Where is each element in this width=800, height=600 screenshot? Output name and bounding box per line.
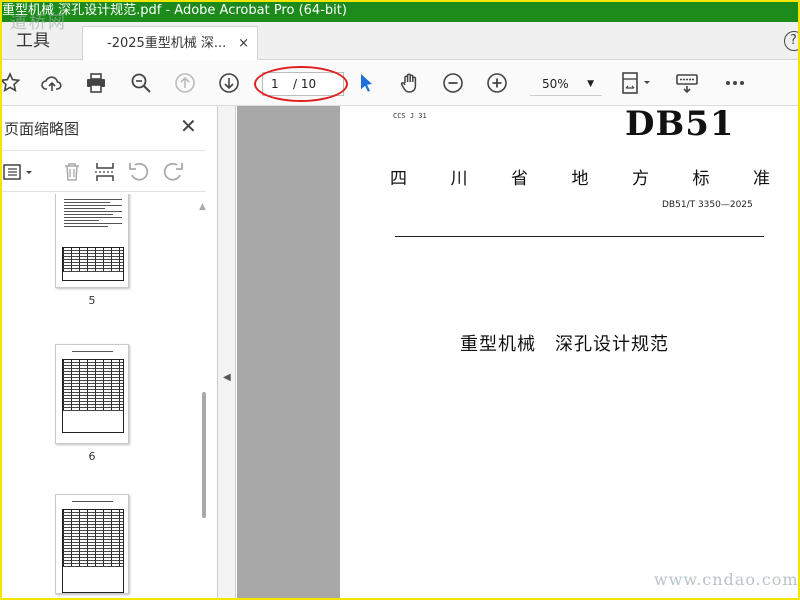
delete-icon[interactable] [60, 160, 84, 184]
standard-title-char: 四 [390, 169, 407, 189]
rotate-right-icon[interactable] [161, 160, 185, 184]
more-icon[interactable] [723, 71, 747, 95]
panel-splitter[interactable]: ◀ [218, 106, 236, 600]
main-toolbar: 1 / 10 50% ▼ [0, 60, 800, 106]
zoom-value: 50% [542, 77, 569, 91]
panel-title: 页面缩略图 [4, 120, 80, 138]
thumbnail-label: 6 [88, 450, 96, 463]
tab-document-label: -2025重型机械 深... [107, 36, 227, 51]
options-menu-icon[interactable] [2, 160, 36, 184]
page-down-icon[interactable] [217, 71, 241, 95]
watermark-top: 道桥网 [10, 13, 67, 33]
thumbnail-page[interactable] [55, 494, 129, 594]
highlight-oval [254, 66, 348, 102]
thumbnail-label: 5 [88, 294, 96, 307]
zoom-search-icon[interactable] [129, 71, 153, 95]
standard-title-char: 省 [511, 169, 528, 189]
zoom-in-icon[interactable] [485, 71, 509, 95]
tab-bar: 工具 -2025重型机械 深... × ? [0, 22, 800, 60]
extract-page-icon[interactable] [93, 160, 117, 184]
panel-toolbar [0, 150, 206, 192]
page-up-icon[interactable] [173, 71, 197, 95]
print-icon[interactable] [84, 71, 108, 95]
tab-document[interactable]: -2025重型机械 深... × [82, 26, 258, 60]
cloud-upload-icon[interactable] [40, 71, 64, 95]
fit-page-icon[interactable] [620, 71, 656, 95]
ccs-code: CCS J 31 [393, 112, 427, 120]
rotate-left-icon[interactable] [127, 160, 151, 184]
panel-close-icon[interactable]: ✕ [180, 114, 197, 138]
keyboard-icon[interactable] [675, 71, 699, 95]
scrollbar-thumb[interactable] [202, 392, 206, 518]
standard-title-char: 川 [450, 169, 468, 189]
document-name: 重型机械 深孔设计规范 [460, 334, 669, 355]
standard-title-char: 地 [571, 169, 589, 189]
standard-title-char: 标 [692, 169, 710, 189]
scroll-up-icon[interactable]: ▲ [199, 202, 206, 212]
hand-icon[interactable] [398, 71, 422, 95]
standard-title-char: 方 [632, 169, 649, 189]
db-code: DB51 [625, 104, 735, 144]
chevron-down-icon: ▼ [587, 79, 594, 89]
document-page: CCS J 31 DB51 四 川 省 地 方 标 准 DB51/T 3350—… [340, 104, 800, 600]
collapse-panel-icon[interactable]: ◀ [223, 372, 231, 383]
site-watermark: www.cndao.com [654, 570, 799, 589]
thumbnail-list: 5 6 [0, 194, 196, 600]
zoom-select[interactable]: 50% ▼ [530, 72, 602, 96]
divider [395, 236, 764, 237]
select-cursor-icon[interactable] [354, 71, 378, 95]
document-viewport: CCS J 31 DB51 四 川 省 地 方 标 准 DB51/T 3350—… [237, 104, 800, 600]
thumbnail-panel: 页面缩略图 ✕ 5 6 ▲ [0, 106, 218, 600]
thumbnail-page[interactable] [55, 344, 129, 444]
standard-title-char: 准 [753, 169, 770, 189]
window-title-bar: 重型机械 深孔设计规范.pdf - Adobe Acrobat Pro (64-… [0, 0, 800, 22]
zoom-out-icon[interactable] [441, 71, 465, 95]
thumbnail-page[interactable] [55, 194, 129, 288]
standard-number: DB51/T 3350—2025 [662, 200, 753, 210]
help-icon[interactable]: ? [784, 31, 800, 51]
standard-title: 四 川 省 地 方 标 准 [390, 164, 770, 189]
star-icon[interactable] [0, 71, 22, 95]
thumbnail-scrollbar[interactable]: ▲ [198, 198, 210, 600]
tab-close-icon[interactable]: × [238, 27, 249, 60]
